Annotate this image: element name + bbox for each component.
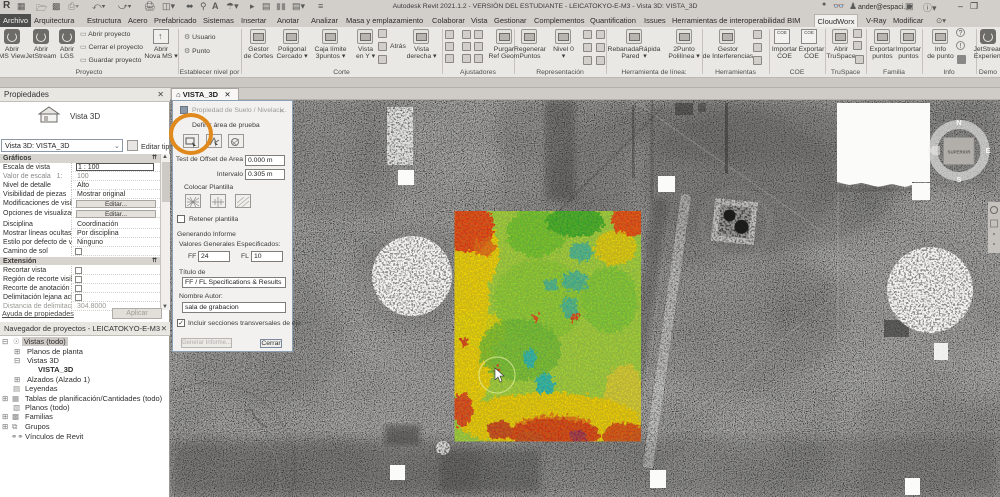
svg-text:E: E — [985, 146, 990, 155]
svg-text:S: S — [956, 175, 961, 184]
svg-text:SUPERIOR: SUPERIOR — [948, 150, 972, 155]
svg-text:N: N — [956, 118, 961, 127]
